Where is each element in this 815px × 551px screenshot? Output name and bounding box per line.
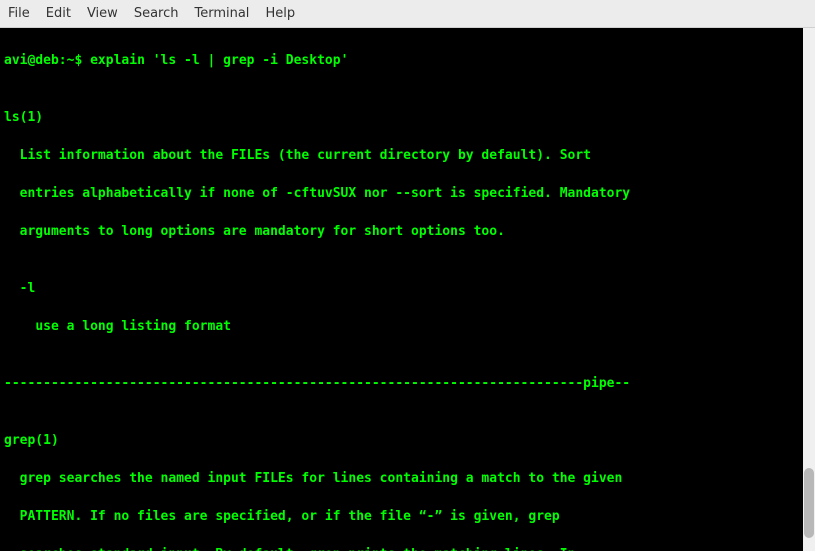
grep-header: grep(1): [4, 431, 801, 450]
menu-view[interactable]: View: [87, 6, 118, 21]
scrollbar[interactable]: [803, 28, 815, 551]
grep-desc: PATTERN. If no files are specified, or i…: [4, 507, 801, 526]
ls-option-desc: use a long listing format: [4, 317, 801, 336]
terminal-content: avi@deb:~$ explain 'ls -l | grep -i Desk…: [4, 51, 811, 551]
menu-help[interactable]: Help: [265, 6, 295, 21]
ls-desc: arguments to long options are mandatory …: [4, 222, 801, 241]
menu-file[interactable]: File: [8, 6, 30, 21]
menubar: File Edit View Search Terminal Help: [0, 0, 815, 28]
ls-header: ls(1): [4, 108, 801, 127]
ls-desc: entries alphabetically if none of -cftuv…: [4, 184, 801, 203]
command-text: explain 'ls -l | grep -i Desktop': [90, 53, 348, 68]
ls-desc: List information about the FILEs (the cu…: [4, 146, 801, 165]
pipe-separator: ----------------------------------------…: [4, 374, 801, 393]
terminal-area[interactable]: avi@deb:~$ explain 'ls -l | grep -i Desk…: [0, 28, 815, 551]
menu-terminal[interactable]: Terminal: [194, 6, 249, 21]
menu-search[interactable]: Search: [134, 6, 179, 21]
prompt-symbol: $: [74, 53, 82, 68]
prompt-user: avi@deb: [4, 53, 59, 68]
grep-desc: grep searches the named input FILEs for …: [4, 469, 801, 488]
menu-edit[interactable]: Edit: [46, 6, 71, 21]
scrollbar-thumb[interactable]: [804, 468, 814, 538]
ls-option: -l: [4, 279, 801, 298]
grep-desc: searches standard input. By default, gre…: [4, 545, 801, 551]
